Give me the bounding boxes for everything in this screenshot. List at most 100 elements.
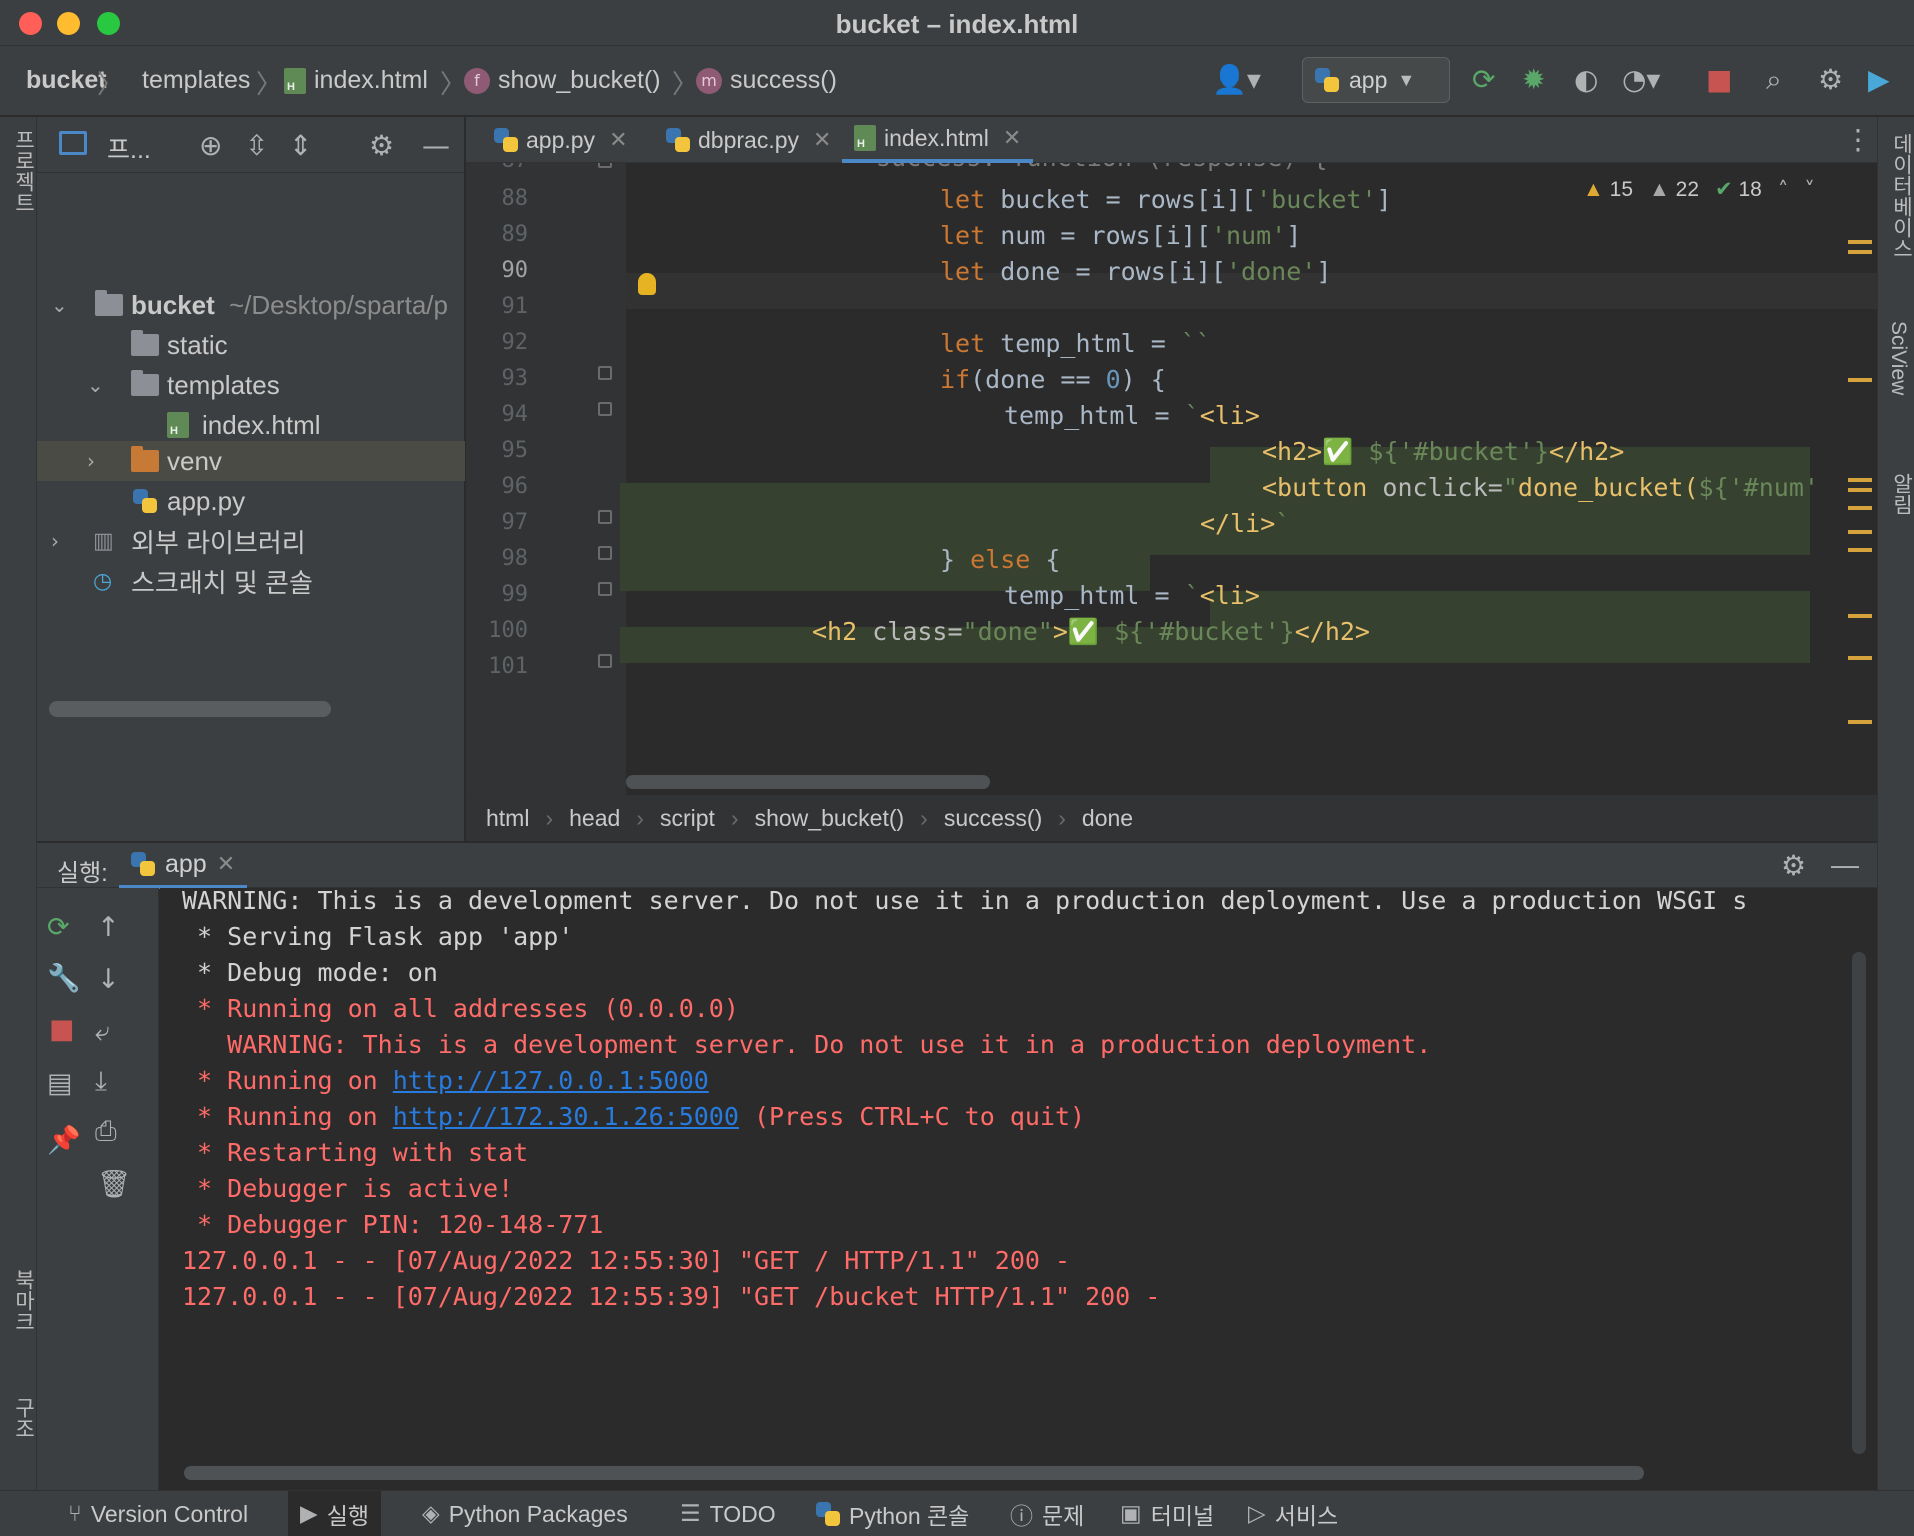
error-stripe-marker[interactable] bbox=[1848, 506, 1872, 510]
breadcrumb-html[interactable]: html bbox=[486, 805, 529, 832]
project-horizontal-scrollbar[interactable] bbox=[49, 701, 331, 717]
previous-highlight-icon[interactable]: ˄ bbox=[1778, 178, 1789, 202]
next-highlight-icon[interactable]: ˅ bbox=[1804, 178, 1815, 202]
tool-version-control[interactable]: ⑂ Version Control bbox=[56, 1491, 260, 1536]
error-stripe-marker[interactable] bbox=[1848, 720, 1872, 724]
error-stripe-marker[interactable] bbox=[1848, 250, 1872, 254]
close-icon[interactable]: ✕ bbox=[217, 851, 235, 877]
error-stripe-marker[interactable] bbox=[1848, 548, 1872, 552]
fold-marker[interactable] bbox=[598, 163, 612, 168]
tree-item-index-html[interactable]: index.html bbox=[37, 405, 465, 445]
scroll-to-end-icon[interactable]: ⤓ bbox=[95, 1066, 107, 1098]
rerun-icon[interactable]: ⟳ bbox=[1472, 64, 1495, 96]
tree-item-templates[interactable]: ⌄ templates bbox=[37, 365, 465, 405]
error-stripe-marker[interactable] bbox=[1848, 656, 1872, 660]
collapse-all-icon[interactable]: ⇕ bbox=[289, 129, 312, 162]
search-icon[interactable]: ⌕ bbox=[1766, 64, 1782, 96]
tool-run[interactable]: ▶ 실행 bbox=[288, 1491, 382, 1536]
error-stripe-marker[interactable] bbox=[1848, 614, 1872, 618]
server-url-link[interactable]: http://172.30.1.26:5000 bbox=[393, 1102, 739, 1131]
coverage-icon[interactable]: ◐ bbox=[1574, 64, 1598, 96]
error-stripe-marker[interactable] bbox=[1848, 240, 1872, 244]
close-icon[interactable]: ✕ bbox=[1003, 125, 1021, 151]
pin-icon[interactable]: 📌 bbox=[47, 1124, 81, 1156]
breadcrumb-script[interactable]: script bbox=[660, 805, 715, 832]
profile-icon[interactable]: ◔▾ bbox=[1622, 64, 1661, 96]
nav-crumb-file[interactable]: index.html bbox=[284, 66, 428, 95]
project-panel-title[interactable]: 프... bbox=[107, 130, 151, 166]
inspection-widget[interactable]: ▲ 15 ▲ 22 ✔ 18 ˄ ˅ bbox=[1583, 177, 1815, 202]
gear-icon[interactable]: ⚙ bbox=[369, 129, 394, 162]
tool-problems[interactable]: ⓘ 문제 bbox=[998, 1491, 1096, 1536]
gear-icon[interactable]: ⚙ bbox=[1781, 849, 1806, 882]
breadcrumb-head[interactable]: head bbox=[569, 805, 620, 832]
tab-app-py[interactable]: app.py ✕ bbox=[482, 117, 640, 163]
arrow-up-icon[interactable]: ↑ bbox=[97, 912, 120, 943]
tab-dbprac-py[interactable]: dbprac.py ✕ bbox=[654, 117, 843, 163]
server-url-link[interactable]: http://127.0.0.1:5000 bbox=[393, 1066, 709, 1095]
nav-crumb-method[interactable]: m success() bbox=[696, 66, 837, 95]
run-configuration-select[interactable]: app ▼ bbox=[1302, 57, 1450, 103]
arrow-down-icon[interactable]: ↓ bbox=[97, 964, 120, 995]
weak-warning-count[interactable]: ▲ 22 bbox=[1649, 178, 1699, 202]
database-tool-button[interactable]: 데이터베이스 bbox=[1886, 133, 1914, 259]
close-icon[interactable]: ✕ bbox=[609, 127, 627, 153]
soft-wrap-icon[interactable]: ⤶ bbox=[95, 1016, 110, 1048]
error-stripe-marker[interactable] bbox=[1848, 478, 1872, 482]
user-account-icon[interactable]: 👤▾ bbox=[1212, 64, 1261, 96]
breadcrumb-done[interactable]: done bbox=[1082, 805, 1133, 832]
fold-marker[interactable] bbox=[598, 510, 612, 524]
locate-file-icon[interactable]: ⊕ bbox=[199, 129, 222, 162]
tree-item-static[interactable]: static bbox=[37, 325, 465, 365]
bookmarks-tool-button[interactable]: 북마크 bbox=[8, 1269, 38, 1332]
run-console[interactable]: WARNING: This is a development server. D… bbox=[160, 888, 1850, 1490]
fold-marker[interactable] bbox=[598, 366, 612, 380]
fold-marker[interactable] bbox=[598, 546, 612, 560]
error-stripe-marker[interactable] bbox=[1848, 488, 1872, 492]
intention-bulb-icon[interactable] bbox=[638, 273, 656, 295]
close-icon[interactable]: ✕ bbox=[813, 127, 831, 153]
error-stripe-marker[interactable] bbox=[1848, 530, 1872, 534]
expand-all-icon[interactable]: ⇳ bbox=[245, 129, 268, 162]
hide-panel-icon[interactable]: — bbox=[1831, 849, 1859, 881]
fold-marker[interactable] bbox=[598, 654, 612, 668]
tool-python-packages[interactable]: ◈ Python Packages bbox=[410, 1491, 640, 1536]
breadcrumb-show-bucket[interactable]: show_bucket() bbox=[755, 805, 905, 832]
trash-icon[interactable]: 🗑 bbox=[97, 1168, 131, 1200]
structure-tool-button[interactable]: 구조 bbox=[8, 1397, 38, 1439]
print-icon[interactable]: ⎙ bbox=[95, 1116, 117, 1148]
layout-icon[interactable]: ▤ bbox=[47, 1068, 73, 1099]
tree-item-scratches[interactable]: ◷ 스크래치 및 콘솔 bbox=[37, 561, 465, 601]
tree-item-bucket[interactable]: ⌄ bucket ~/Desktop/sparta/p bbox=[37, 285, 465, 325]
sciview-tool-button[interactable]: SciView bbox=[1886, 321, 1910, 395]
nav-crumb-templates[interactable]: templates bbox=[142, 66, 250, 95]
console-horizontal-scrollbar[interactable] bbox=[184, 1466, 1644, 1480]
tree-item-venv[interactable]: › venv bbox=[37, 441, 465, 481]
notifications-tool-button[interactable]: 알림 bbox=[1886, 473, 1914, 515]
rerun-icon[interactable]: ⟳ bbox=[47, 912, 70, 943]
breadcrumb-success[interactable]: success() bbox=[944, 805, 1042, 832]
warning-count[interactable]: ▲ 15 bbox=[1583, 178, 1633, 202]
editor-horizontal-scrollbar[interactable] bbox=[626, 775, 990, 789]
error-stripe-marker[interactable] bbox=[1848, 378, 1872, 382]
hide-panel-icon[interactable]: — bbox=[422, 129, 450, 162]
tab-index-html[interactable]: index.html ✕ bbox=[842, 117, 1034, 163]
stop-icon[interactable]: ■ bbox=[49, 1014, 75, 1045]
stop-icon[interactable]: ■ bbox=[1706, 64, 1732, 96]
tree-item-external-libraries[interactable]: › ▥ 외부 라이브러리 bbox=[37, 521, 465, 561]
tool-python-console[interactable]: Python 콘솔 bbox=[804, 1491, 981, 1536]
tree-item-app-py[interactable]: app.py bbox=[37, 481, 465, 521]
run-tab-app[interactable]: app ✕ bbox=[119, 843, 248, 889]
fold-marker[interactable] bbox=[598, 402, 612, 416]
nav-crumb-project[interactable]: bucket bbox=[26, 66, 107, 95]
code-editor[interactable]: 87 88 89 90 91 92 93 94 95 96 97 98 99 1… bbox=[466, 163, 1877, 795]
tool-terminal[interactable]: ▣ 터미널 bbox=[1108, 1491, 1226, 1536]
gear-icon[interactable]: ⚙ bbox=[1818, 64, 1843, 96]
debug-icon[interactable]: ✹ bbox=[1522, 64, 1545, 96]
more-tabs-icon[interactable]: ⋮ bbox=[1844, 123, 1872, 156]
tool-services[interactable]: ▷ 서비스 bbox=[1236, 1491, 1350, 1536]
nav-crumb-function[interactable]: f show_bucket() bbox=[464, 66, 661, 95]
typo-count[interactable]: ✔ 18 bbox=[1715, 177, 1762, 202]
tool-todo[interactable]: ☰ TODO bbox=[668, 1491, 788, 1536]
fold-marker[interactable] bbox=[598, 582, 612, 596]
